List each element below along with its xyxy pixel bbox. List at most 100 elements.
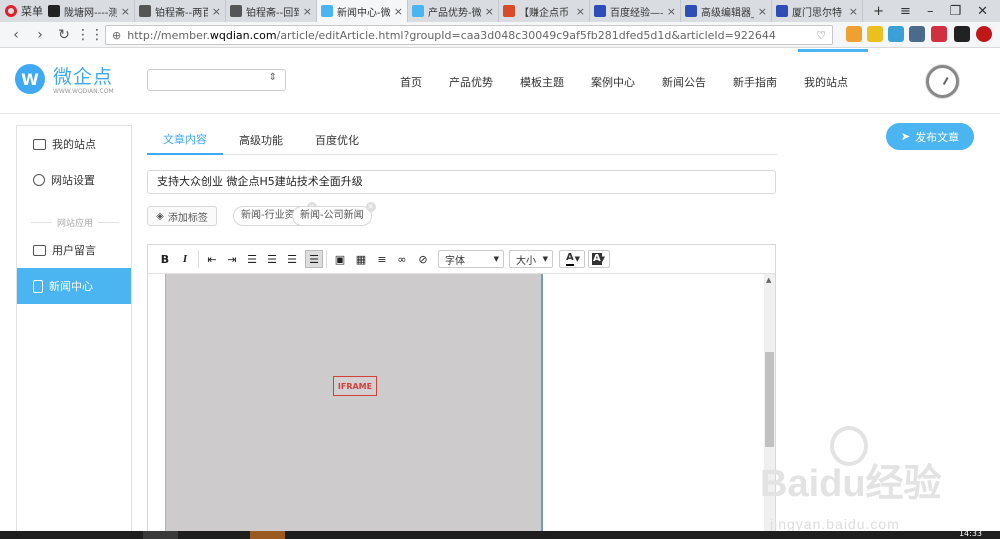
tab-close-icon[interactable]: × [394, 5, 403, 18]
globe-icon: ⊕ [112, 28, 122, 42]
browser-menu-button[interactable]: 菜单 [0, 0, 44, 22]
new-tab-button[interactable]: + [873, 4, 884, 19]
align-justify-icon[interactable]: ☰ [305, 250, 323, 268]
font-size-select[interactable]: 大小 ▼ [509, 250, 553, 268]
extension-icon[interactable] [846, 26, 862, 42]
address-bar[interactable]: ⊕ http://member. wqdian.com/article/editA… [105, 25, 833, 45]
tab-close-icon[interactable]: × [758, 5, 767, 18]
tag-remove-icon[interactable]: × [365, 202, 376, 212]
indent-icon[interactable]: ⇥ [223, 250, 241, 268]
tab-advanced[interactable]: 高级功能 [223, 124, 299, 155]
document-icon [33, 279, 43, 293]
tab-favicon-icon [594, 5, 606, 17]
bold-button[interactable]: B [156, 250, 174, 268]
publish-button[interactable]: ➤ 发布文章 [886, 123, 974, 150]
browser-tab-active[interactable]: 新闻中心-微 × [317, 0, 408, 22]
browser-nav-bar: ‹ › ↻ ⋮⋮ ⊕ http://member. wqdian.com/arti… [0, 22, 1000, 48]
browser-tab[interactable]: 铂程斋--两百 × [135, 0, 226, 22]
sidebar-item-my-sites[interactable]: 我的站点 [17, 126, 131, 162]
nav-item-my-sites[interactable]: 我的站点 [804, 74, 848, 90]
sidebar-item-news-center[interactable]: 新闻中心 [17, 268, 131, 304]
tag-chip[interactable]: 新闻-公司新闻 × [292, 202, 376, 226]
window-controls: + ≡ – ❐ ✕ [863, 0, 1000, 22]
tab-close-icon[interactable]: × [849, 5, 858, 18]
tab-title: 陇塘网----测 [64, 7, 117, 19]
tab-title: 高级编辑器_ [701, 7, 754, 19]
nav-item-guide[interactable]: 新手指南 [733, 74, 777, 90]
browser-tab[interactable]: 铂程斋--回到 × [226, 0, 317, 22]
nav-item-news[interactable]: 新闻公告 [662, 74, 706, 90]
tab-close-icon[interactable]: × [667, 5, 676, 18]
image-icon[interactable]: ▣ [331, 250, 349, 268]
maximize-icon[interactable]: ❐ [949, 4, 961, 19]
tab-close-icon[interactable]: × [576, 5, 585, 18]
nav-active-indicator [798, 49, 868, 52]
scroll-up-icon[interactable]: ▲ [766, 276, 771, 284]
sidebar-item-messages[interactable]: 用户留言 [17, 232, 131, 268]
tab-close-icon[interactable]: × [485, 5, 494, 18]
nav-item-home[interactable]: 首页 [400, 74, 422, 90]
iframe-embed[interactable]: IFRAME [165, 274, 543, 539]
table-icon[interactable]: ▦ [352, 250, 370, 268]
font-color-button[interactable]: A ▼ [559, 250, 585, 268]
tab-favicon-icon [503, 5, 515, 17]
extension-icon[interactable] [976, 26, 992, 42]
extension-icon[interactable] [954, 26, 970, 42]
nav-item-cases[interactable]: 案例中心 [591, 74, 635, 90]
italic-button[interactable]: I [176, 250, 194, 268]
nav-item-product[interactable]: 产品优势 [449, 74, 493, 90]
browser-tab[interactable]: 陇塘网----测 × [44, 0, 135, 22]
tag-chip-label: 新闻-公司新闻 [300, 210, 364, 221]
align-left-icon[interactable]: ☰ [243, 250, 261, 268]
outdent-icon[interactable]: ⇤ [203, 250, 221, 268]
reload-icon[interactable]: ↻ [52, 27, 76, 43]
align-right-icon[interactable]: ☰ [283, 250, 301, 268]
sidebar-item-site-settings[interactable]: 网站设置 [17, 162, 131, 198]
tab-favicon-icon [412, 5, 424, 17]
close-window-icon[interactable]: ✕ [977, 4, 988, 19]
bg-color-button[interactable]: A ▼ [588, 250, 610, 268]
extension-icon[interactable] [909, 26, 925, 42]
horizontal-rule-icon[interactable]: ≡ [373, 250, 391, 268]
extension-icon[interactable] [931, 26, 947, 42]
link-icon[interactable]: ∞ [393, 250, 411, 268]
watermark-url: jingyan.baidu.com [770, 516, 900, 532]
nav-item-templates[interactable]: 模板主题 [520, 74, 564, 90]
back-icon[interactable]: ‹ [4, 27, 28, 43]
dropdown-caret-icon: ▼ [493, 255, 499, 263]
bookmark-heart-icon[interactable]: ♡ [816, 29, 826, 42]
tab-menu-icon[interactable]: ≡ [900, 4, 911, 19]
align-center-icon[interactable]: ☰ [263, 250, 281, 268]
iframe-placeholder-label: IFRAME [333, 376, 377, 396]
main-nav: 首页 产品优势 模板主题 案例中心 新闻公告 新手指南 我的站点 [400, 74, 875, 90]
article-title-input[interactable]: 支持大众创业 微企点H5建站技术全面升级 [147, 170, 776, 194]
tab-close-icon[interactable]: × [212, 5, 221, 18]
browser-tab[interactable]: 百度经验—— × [590, 0, 681, 22]
dropdown-caret-icon: ▼ [599, 255, 605, 263]
browser-tab[interactable]: 【赚企点币 × [499, 0, 590, 22]
brand-logo-icon[interactable]: W [15, 64, 45, 94]
sidebar: 我的站点 网站设置 网站应用 用户留言 新闻中心 [16, 125, 132, 539]
browser-tab[interactable]: 产品优势-微 × [408, 0, 499, 22]
tab-title: 百度经验—— [610, 7, 663, 19]
tab-close-icon[interactable]: × [121, 5, 130, 18]
browser-tab[interactable]: 高级编辑器_ × [681, 0, 772, 22]
user-avatar[interactable] [926, 65, 959, 98]
extension-icon[interactable] [867, 26, 883, 42]
sidebar-divider-label: 网站应用 [57, 218, 94, 229]
taskbar-app-icon[interactable] [250, 531, 285, 539]
unlink-icon[interactable]: ⊘ [414, 250, 432, 268]
browser-tab[interactable]: 厦门思尔特 × [772, 0, 863, 22]
minimize-icon[interactable]: – [927, 4, 934, 19]
add-tag-button[interactable]: ◈ 添加标签 [147, 206, 217, 226]
speed-dial-icon[interactable]: ⋮⋮ [76, 27, 104, 43]
taskbar-app-icon[interactable] [143, 531, 178, 539]
font-family-select[interactable]: 字体 ▼ [438, 250, 504, 268]
site-selector[interactable]: ⇕ [147, 69, 286, 91]
forward-icon[interactable]: › [28, 27, 52, 43]
sidebar-item-label: 网站设置 [51, 174, 95, 187]
tab-close-icon[interactable]: × [303, 5, 312, 18]
tab-article-content[interactable]: 文章内容 [147, 124, 223, 155]
tab-baidu-seo[interactable]: 百度优化 [299, 124, 375, 155]
extension-icon[interactable] [888, 26, 904, 42]
